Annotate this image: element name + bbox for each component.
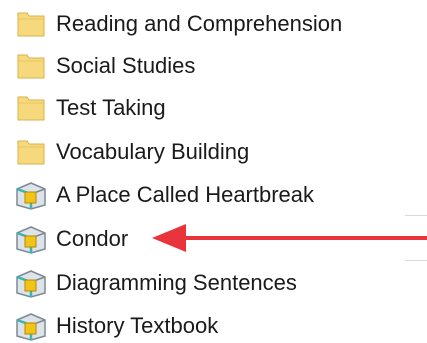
list-item-reading-and-comprehension[interactable]: Reading and Comprehension bbox=[0, 3, 405, 45]
folder-icon bbox=[14, 137, 48, 167]
list-item-vocabulary-building[interactable]: Vocabulary Building bbox=[0, 131, 405, 173]
file-explorer-view: Reading and Comprehension Social Studies… bbox=[0, 0, 427, 343]
row-divider bbox=[405, 260, 427, 261]
book-shortcut-icon bbox=[14, 224, 48, 254]
folder-icon bbox=[14, 93, 48, 123]
folder-icon bbox=[14, 51, 48, 81]
item-label: History Textbook bbox=[56, 313, 219, 338]
item-label: A Place Called Heartbreak bbox=[56, 182, 315, 207]
book-shortcut-icon bbox=[14, 180, 48, 210]
item-label: Reading and Comprehension bbox=[56, 11, 343, 36]
item-label: Social Studies bbox=[56, 53, 196, 78]
list-item-history-textbook[interactable]: History Textbook bbox=[0, 305, 405, 343]
list-item-social-studies[interactable]: Social Studies bbox=[0, 45, 405, 87]
book-shortcut-icon bbox=[14, 268, 48, 298]
book-shortcut-icon bbox=[14, 311, 48, 341]
list-item-test-taking[interactable]: Test Taking bbox=[0, 87, 405, 129]
folder-icon bbox=[14, 9, 48, 39]
item-label: Diagramming Sentences bbox=[56, 270, 297, 295]
item-label: Vocabulary Building bbox=[56, 139, 250, 164]
list-item-condor[interactable]: Condor bbox=[0, 218, 405, 260]
list-item-diagramming-sentences[interactable]: Diagramming Sentences bbox=[0, 262, 405, 304]
row-divider bbox=[405, 215, 427, 216]
item-label: Test Taking bbox=[56, 95, 166, 120]
list-item-a-place-called-heartbreak[interactable]: A Place Called Heartbreak bbox=[0, 174, 405, 216]
item-label: Condor bbox=[56, 226, 129, 251]
